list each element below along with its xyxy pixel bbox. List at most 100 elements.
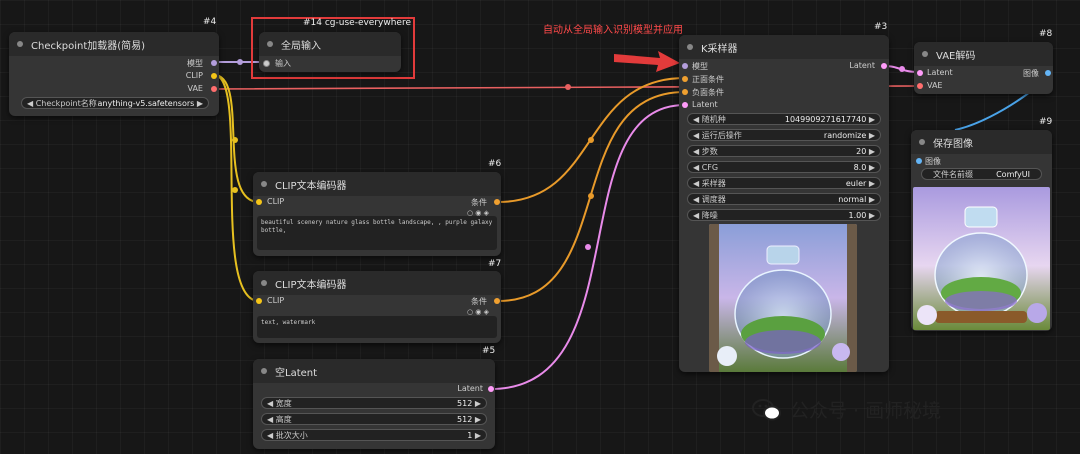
output-socket-model[interactable] xyxy=(211,60,217,66)
widget-value: 1049909271617740 xyxy=(784,114,867,124)
annotation-text: 自动从全局输入识别模型并应用 xyxy=(543,25,683,36)
input-socket-image[interactable] xyxy=(916,158,922,164)
prompt-textarea[interactable]: beautiful scenery nature glass bottle la… xyxy=(257,216,497,250)
scheduler-widget[interactable]: ◀ 调度器 normal ▶ xyxy=(687,193,881,205)
input-label-vae: VAE xyxy=(927,81,943,90)
height-widget[interactable]: ◀ 高度 512 ▶ xyxy=(261,413,487,425)
node-id-label: #8 xyxy=(1039,29,1053,39)
input-socket-model[interactable] xyxy=(682,63,688,69)
clip-text-encoder-positive-node[interactable]: CLIP文本编码器 CLIP 条件 ○ ◉ ◈ beautiful scener… xyxy=(253,172,501,256)
collapse-dot[interactable] xyxy=(17,41,23,47)
empty-latent-node[interactable]: 空Latent Latent ◀ 宽度 512 ▶ ◀ 高度 512 ▶ ◀ 批次大… xyxy=(253,359,495,449)
ksampler-node[interactable]: K采样器 模型 正面条件 负面条件 Latent Latent ◀ 随机种 104… xyxy=(679,35,889,372)
widget-value: euler xyxy=(845,178,867,188)
widget-value: normal xyxy=(838,194,867,204)
output-label-vae: VAE xyxy=(187,84,204,93)
wechat-icon xyxy=(752,398,781,420)
widget-value: ComfyUI xyxy=(996,169,1030,179)
output-socket-latent[interactable] xyxy=(881,63,887,69)
widget-label: Checkpoint名称 xyxy=(35,98,97,108)
node-title: K采样器 xyxy=(701,43,738,55)
save-image-node[interactable]: 保存图像 图像 文件名前缀 ComfyUI xyxy=(911,130,1052,331)
output-socket-vae[interactable] xyxy=(211,86,217,92)
control-after-generate-widget[interactable]: ◀ 运行后操作 randomize ▶ xyxy=(687,129,881,141)
node-title: 空Latent xyxy=(275,367,318,379)
widget-value: 8.0 xyxy=(853,162,867,172)
saved-image-preview xyxy=(913,187,1050,330)
output-label-latent: Latent xyxy=(457,384,483,393)
denoise-widget[interactable]: ◀ 降噪 1.00 ▶ xyxy=(687,209,881,221)
widget-label: 步数 xyxy=(701,146,718,156)
widget-value: 20 xyxy=(856,146,867,156)
widget-label: 文件名前缀 xyxy=(933,169,973,179)
output-label-conditioning: 条件 xyxy=(471,198,487,207)
input-label-clip: CLIP xyxy=(267,296,285,305)
widget-label: 随机种 xyxy=(701,114,726,124)
widget-label: 调度器 xyxy=(701,194,726,204)
node-id-label: #7 xyxy=(488,259,502,269)
collapse-dot[interactable] xyxy=(267,41,273,47)
widget-value: 512 xyxy=(457,414,473,424)
input-socket-latent[interactable] xyxy=(917,70,923,76)
node-id-label: #14 cg-use-everywhere xyxy=(303,18,412,28)
input-socket-latent[interactable] xyxy=(682,102,688,108)
vae-decode-node[interactable]: VAE解码 Latent VAE 图像 xyxy=(914,42,1053,94)
input-socket-positive[interactable] xyxy=(682,76,688,82)
node-title: 保存图像 xyxy=(933,138,973,150)
watermark-text: 公众号 · 画师秘境 xyxy=(790,400,942,422)
prompt-textarea[interactable]: text, watermark xyxy=(257,316,497,338)
sampler-widget[interactable]: ◀ 采样器 euler ▶ xyxy=(687,177,881,189)
widget-label: CFG xyxy=(701,162,719,172)
input-socket-anything[interactable] xyxy=(263,60,270,67)
widget-label: 降噪 xyxy=(701,210,718,220)
batch-size-widget[interactable]: ◀ 批次大小 1 ▶ xyxy=(261,429,487,441)
input-label-image: 图像 xyxy=(925,157,941,166)
filename-prefix-widget[interactable]: 文件名前缀 ComfyUI xyxy=(921,168,1042,180)
input-label-clip: CLIP xyxy=(267,197,285,206)
collapse-dot[interactable] xyxy=(919,139,925,145)
output-label-model: 模型 xyxy=(187,59,203,68)
output-label-clip: CLIP xyxy=(185,71,203,80)
output-label-image: 图像 xyxy=(1023,69,1039,78)
widget-label: 宽度 xyxy=(275,398,292,408)
collapse-dot[interactable] xyxy=(261,280,267,286)
node-id-label: #3 xyxy=(874,22,888,32)
preview-image xyxy=(709,224,857,372)
output-socket-image[interactable] xyxy=(1045,70,1051,76)
cfg-widget[interactable]: ◀ CFG 8.0 ▶ xyxy=(687,161,881,173)
collapse-dot[interactable] xyxy=(922,51,928,57)
input-socket-clip[interactable] xyxy=(256,298,262,304)
seed-widget[interactable]: ◀ 随机种 1049909271617740 ▶ xyxy=(687,113,881,125)
output-socket-conditioning[interactable] xyxy=(494,298,500,304)
input-label-model: 模型 xyxy=(692,62,708,71)
input-label-latent: Latent xyxy=(692,100,718,109)
output-label-conditioning: 条件 xyxy=(471,297,487,306)
widget-value: 1 xyxy=(467,430,473,440)
steps-widget[interactable]: ◀ 步数 20 ▶ xyxy=(687,145,881,157)
node-id-label: #9 xyxy=(1039,117,1053,127)
watermark: 公众号 · 画师秘境 xyxy=(752,396,941,423)
widget-label: 运行后操作 xyxy=(701,130,742,140)
collapse-dot[interactable] xyxy=(687,44,693,50)
checkpoint-loader-node[interactable]: Checkpoint加载器(简易) 模型 CLIP VAE ◀ Checkpoi… xyxy=(9,32,219,116)
input-socket-negative[interactable] xyxy=(682,89,688,95)
output-socket-latent[interactable] xyxy=(488,386,494,392)
collapse-dot[interactable] xyxy=(261,181,267,187)
wire-midpoint xyxy=(565,84,571,90)
input-label-positive: 正面条件 xyxy=(692,75,724,84)
input-socket-clip[interactable] xyxy=(256,199,262,205)
width-widget[interactable]: ◀ 宽度 512 ▶ xyxy=(261,397,487,409)
node-graph-canvas[interactable]: #4 Checkpoint加载器(简易) 模型 CLIP VAE ◀ Check… xyxy=(0,0,1080,454)
input-label: 输入 xyxy=(275,59,291,68)
node-title: CLIP文本编码器 xyxy=(275,180,347,192)
output-socket-conditioning[interactable] xyxy=(494,199,500,205)
widget-value: 1.00 xyxy=(848,210,867,220)
checkpoint-name-widget[interactable]: ◀ Checkpoint名称 anything-v5.safetensors ▶ xyxy=(21,97,209,109)
input-socket-vae[interactable] xyxy=(917,83,923,89)
collapse-dot[interactable] xyxy=(261,368,267,374)
widget-label: 高度 xyxy=(275,414,292,424)
global-input-node[interactable]: 全局输入 输入 xyxy=(259,32,401,72)
clip-text-encoder-negative-node[interactable]: CLIP文本编码器 CLIP 条件 ○ ◉ ◈ text, watermark xyxy=(253,271,501,343)
widget-label: 采样器 xyxy=(701,178,726,188)
output-socket-clip[interactable] xyxy=(211,73,217,79)
